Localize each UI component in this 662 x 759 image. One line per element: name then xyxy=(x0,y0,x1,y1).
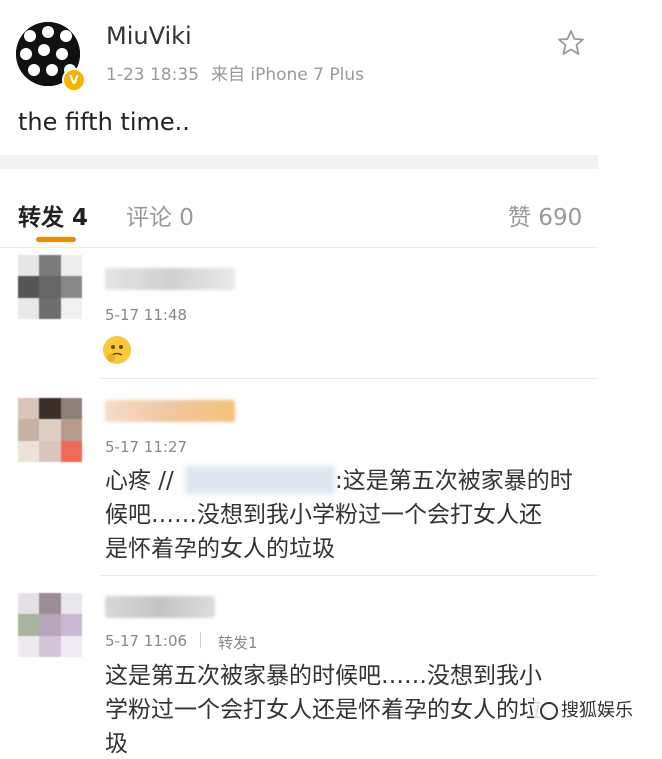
repost-text: 这是第五次被家暴的时候吧……没想到我小 xyxy=(105,663,542,689)
sohu-watermark: 搜狐娱乐 xyxy=(534,694,639,724)
repost-avatar[interactable] xyxy=(18,255,82,319)
tab-reposts[interactable]: 转发 4 xyxy=(18,198,88,232)
author-name[interactable]: MiuViki xyxy=(106,22,192,50)
repost-text: 学粉过一个会打女人还是怀着孕的女人的垃 xyxy=(105,697,542,723)
post-text: the fifth time.. xyxy=(18,108,190,136)
repost-text: :这是第五次被家暴的时 xyxy=(335,468,573,494)
watermark-text: 搜狐娱乐 xyxy=(561,700,633,721)
favorite-star-icon[interactable] xyxy=(556,28,586,58)
row-divider xyxy=(100,575,598,576)
tab-comments[interactable]: 评论 0 xyxy=(126,198,194,232)
repost-time: 5-17 11:06 xyxy=(105,632,188,650)
meta-separator xyxy=(200,632,201,648)
post-meta: 1-23 18:35 来自 iPhone 7 Plus xyxy=(106,60,364,85)
thinking-emoji-icon xyxy=(103,336,131,364)
post-date: 1-23 18:35 xyxy=(106,65,199,85)
right-margin xyxy=(598,155,662,735)
post-source: 来自 iPhone 7 Plus xyxy=(210,65,365,85)
tab-likes[interactable]: 赞 690 xyxy=(508,198,582,232)
blurred-mention xyxy=(185,466,335,494)
section-divider xyxy=(0,155,598,169)
repost-username[interactable] xyxy=(105,596,215,618)
repost-avatar[interactable] xyxy=(18,593,82,657)
row-divider xyxy=(100,378,598,379)
repost-text: 是怀着孕的女人的垃圾 xyxy=(105,536,335,562)
repost-avatar[interactable] xyxy=(18,398,82,462)
repost-username[interactable] xyxy=(105,400,235,422)
repost-time: 5-17 11:48 xyxy=(105,306,188,324)
repost-text-prefix: 心疼 // xyxy=(105,468,174,494)
repost-username[interactable] xyxy=(105,268,235,290)
repost-time: 5-17 11:27 xyxy=(105,438,188,456)
sohu-logo-icon xyxy=(540,702,558,720)
active-tab-indicator xyxy=(36,237,76,242)
repost-count-tag[interactable]: 转发1 xyxy=(218,632,258,653)
tabs-divider xyxy=(0,247,598,248)
verified-badge-icon: V xyxy=(62,68,86,92)
repost-text: 圾 xyxy=(105,731,128,757)
repost-text: 候吧……没想到我小学粉过一个会打女人还 xyxy=(105,502,542,528)
